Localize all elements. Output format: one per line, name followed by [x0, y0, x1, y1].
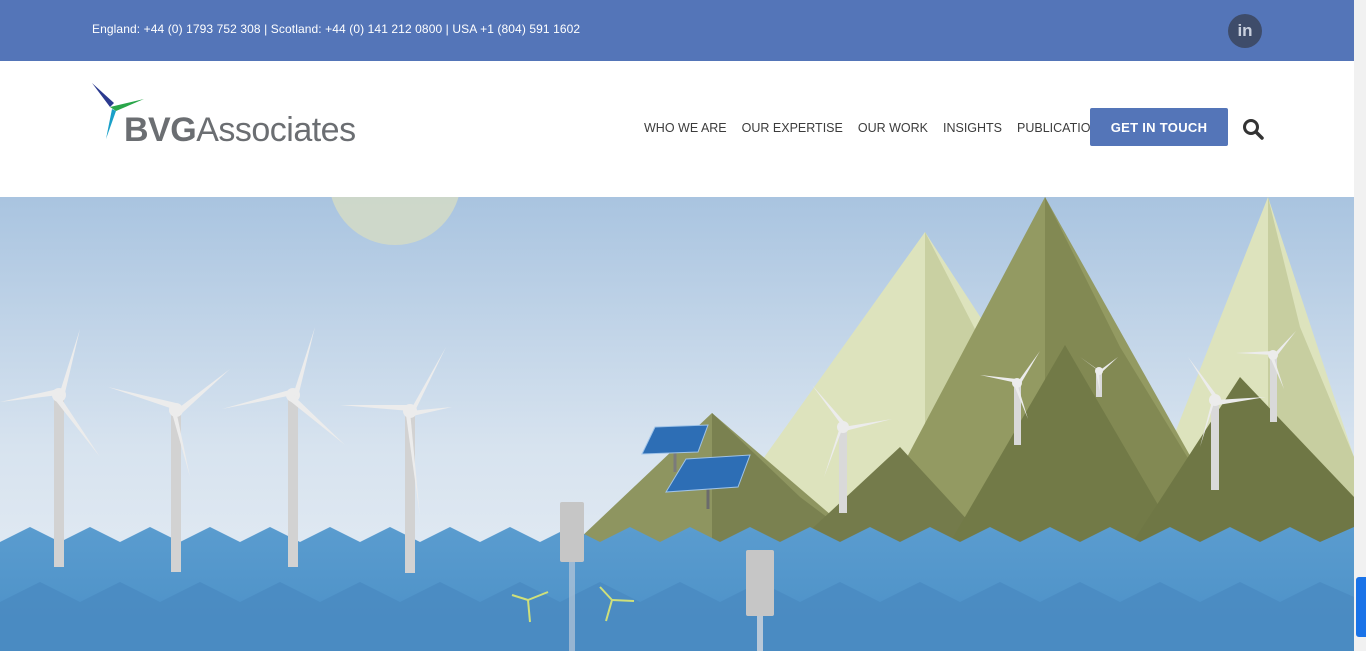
top-bar: England: +44 (0) 1793 752 308 | Scotland… — [0, 0, 1354, 61]
page-scrollbar[interactable] — [1354, 0, 1366, 651]
nav-insights[interactable]: INSIGHTS — [943, 121, 1002, 135]
renewables-scene — [0, 197, 1354, 651]
hero-illustration — [0, 197, 1354, 651]
search-icon[interactable] — [1242, 118, 1264, 140]
nav-our-expertise[interactable]: OUR EXPERTISE — [742, 121, 843, 135]
logo-associates: Associates — [196, 111, 356, 149]
main-nav: WHO WE ARE OUR EXPERTISE OUR WORK INSIGH… — [644, 121, 1108, 135]
logo-wordmark: BVGAssociates — [124, 111, 356, 150]
get-in-touch-button[interactable]: GET IN TOUCH — [1090, 108, 1228, 146]
side-widget-tab[interactable] — [1356, 577, 1366, 637]
site-header: BVGAssociates WHO WE ARE OUR EXPERTISE O… — [0, 61, 1354, 197]
nav-our-work[interactable]: OUR WORK — [858, 121, 928, 135]
bvg-logo[interactable]: BVGAssociates — [92, 83, 372, 150]
contact-numbers: England: +44 (0) 1793 752 308 | Scotland… — [92, 22, 581, 36]
logo-bvg: BVG — [124, 111, 197, 149]
nav-who-we-are[interactable]: WHO WE ARE — [644, 121, 727, 135]
linkedin-icon[interactable]: in — [1228, 14, 1262, 48]
